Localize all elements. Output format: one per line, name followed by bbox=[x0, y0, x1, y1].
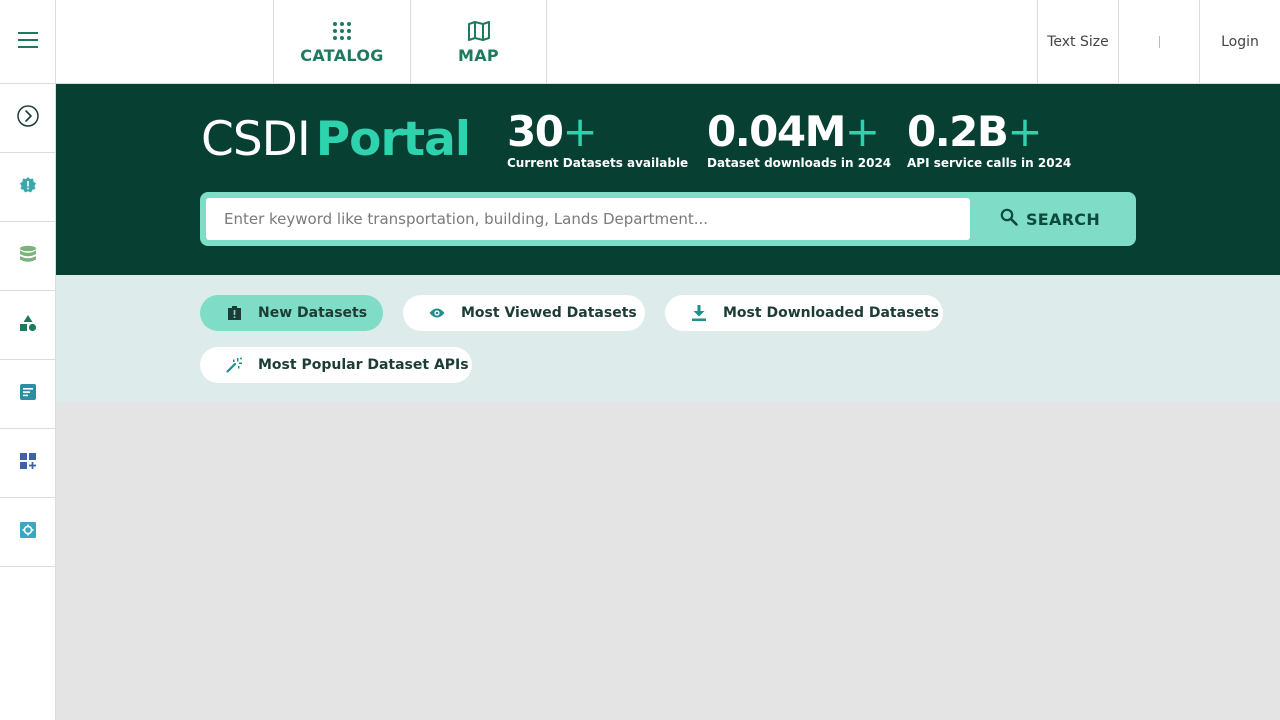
login-label: Login bbox=[1221, 34, 1259, 50]
dashboard-add-icon bbox=[19, 452, 37, 475]
chip-most-downloaded-label: Most Downloaded Datasets bbox=[723, 305, 939, 321]
login-button[interactable]: Login bbox=[1199, 0, 1280, 84]
stat-datasets: 30+ Current Datasets available bbox=[507, 106, 688, 170]
sidebar-item-shapes[interactable] bbox=[0, 291, 55, 360]
sidebar-item-dashboard[interactable] bbox=[0, 429, 55, 498]
sidebar-item-expand[interactable] bbox=[0, 84, 55, 153]
grid-dots-icon bbox=[332, 20, 352, 42]
chip-most-viewed[interactable]: Most Viewed Datasets bbox=[403, 295, 645, 331]
sidebar-item-alerts[interactable] bbox=[0, 153, 55, 222]
text-size-button[interactable]: Text Size bbox=[1037, 0, 1118, 84]
language-divider bbox=[1158, 36, 1160, 48]
top-bar: CATALOG MAP Text Size Login bbox=[0, 0, 1280, 84]
main-content-area bbox=[56, 402, 1280, 720]
stat-downloads: 0.04M+ Dataset downloads in 2024 bbox=[707, 106, 891, 170]
hero-banner: CSDI Portal 30+ Current Datasets availabl… bbox=[56, 84, 1280, 275]
tab-catalog-label: CATALOG bbox=[300, 45, 384, 65]
stat-api-calls-value: 0.2B bbox=[907, 107, 1009, 156]
chip-new-datasets[interactable]: New Datasets bbox=[200, 295, 383, 331]
stat-downloads-label: Dataset downloads in 2024 bbox=[707, 156, 892, 170]
stat-datasets-suffix: + bbox=[562, 107, 597, 156]
stat-downloads-suffix: + bbox=[844, 107, 880, 156]
download-icon bbox=[691, 305, 707, 321]
stat-downloads-value: 0.04M bbox=[707, 107, 846, 156]
search-button[interactable]: SEARCH bbox=[970, 198, 1130, 240]
chip-most-viewed-label: Most Viewed Datasets bbox=[461, 305, 637, 321]
hamburger-menu-icon bbox=[17, 31, 38, 53]
chip-new-datasets-label: New Datasets bbox=[258, 305, 368, 321]
document-lines-icon bbox=[19, 383, 37, 406]
brand-main: CSDI bbox=[201, 112, 311, 167]
search-input[interactable] bbox=[206, 198, 970, 240]
settings-gear-icon bbox=[19, 521, 37, 544]
brand-accent: Portal bbox=[315, 112, 471, 167]
new-badge-icon bbox=[226, 306, 242, 320]
eye-icon bbox=[429, 307, 445, 319]
chip-most-downloaded[interactable]: Most Downloaded Datasets bbox=[665, 295, 943, 331]
tab-map[interactable]: MAP bbox=[410, 0, 547, 84]
search-button-label: SEARCH bbox=[1025, 209, 1101, 229]
language-switcher[interactable] bbox=[1118, 0, 1199, 84]
sidebar-item-documents[interactable] bbox=[0, 360, 55, 429]
sidebar-item-settings[interactable] bbox=[0, 498, 55, 567]
text-size-label: Text Size bbox=[1047, 34, 1109, 50]
search-bar: SEARCH bbox=[200, 192, 1136, 246]
tab-map-label: MAP bbox=[458, 45, 499, 65]
dataset-filters: New Datasets Most Viewed Datasets Most D… bbox=[56, 275, 1280, 402]
chip-most-popular-apis[interactable]: Most Popular Dataset APIs bbox=[200, 347, 472, 383]
stat-datasets-value: 30 bbox=[507, 107, 564, 156]
sparkle-wand-icon bbox=[226, 357, 242, 373]
portal-brand: CSDI Portal bbox=[201, 112, 471, 167]
shapes-icon bbox=[19, 314, 37, 337]
folded-map-icon bbox=[467, 20, 491, 42]
chevron-right-circle-icon bbox=[16, 104, 39, 132]
stat-api-calls-label: API service calls in 2024 bbox=[907, 156, 1072, 170]
left-sidebar bbox=[0, 84, 56, 720]
database-stack-icon bbox=[19, 245, 37, 268]
stat-api-calls: 0.2B+ API service calls in 2024 bbox=[907, 106, 1071, 170]
stat-api-calls-suffix: + bbox=[1007, 107, 1042, 156]
tab-catalog[interactable]: CATALOG bbox=[273, 0, 410, 84]
menu-button[interactable] bbox=[0, 0, 56, 84]
stat-datasets-label: Current Datasets available bbox=[507, 156, 689, 170]
search-icon bbox=[1000, 208, 1018, 231]
alert-badge-icon bbox=[19, 176, 37, 199]
sidebar-item-datasets[interactable] bbox=[0, 222, 55, 291]
chip-most-popular-apis-label: Most Popular Dataset APIs bbox=[258, 357, 469, 373]
